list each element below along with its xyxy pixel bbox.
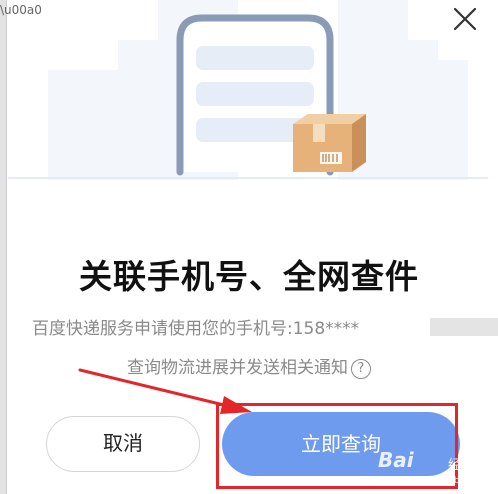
phone-number-redaction: [430, 318, 498, 336]
permission-description-row: 百度快递服务申请使用您的手机号:158****: [0, 312, 498, 340]
baidu-jingyan-watermark: Bai 经验 jingyan.baidu.com: [378, 442, 498, 492]
cancel-button[interactable]: 取消: [46, 416, 200, 472]
watermark-logo: Bai: [378, 448, 414, 472]
notice-row: 查询物流进展并发送相关通知?: [0, 353, 498, 379]
dialog-title: 关联手机号、全网查件: [79, 257, 419, 296]
background-window-edge: \u00a0: [0, 0, 42, 494]
close-icon[interactable]: [450, 4, 480, 34]
help-circle-icon[interactable]: ?: [351, 359, 371, 379]
watermark-text: 经验: [448, 458, 475, 473]
permission-description: 百度快递服务申请使用您的手机号:158****: [32, 319, 360, 339]
phone-package-illustration: [8, 0, 488, 180]
notice-text: 查询物流进展并发送相关通知: [127, 358, 348, 378]
background-window-glyph: \u00a0: [0, 3, 42, 17]
watermark-url: jingyan.baidu.com: [418, 476, 498, 486]
